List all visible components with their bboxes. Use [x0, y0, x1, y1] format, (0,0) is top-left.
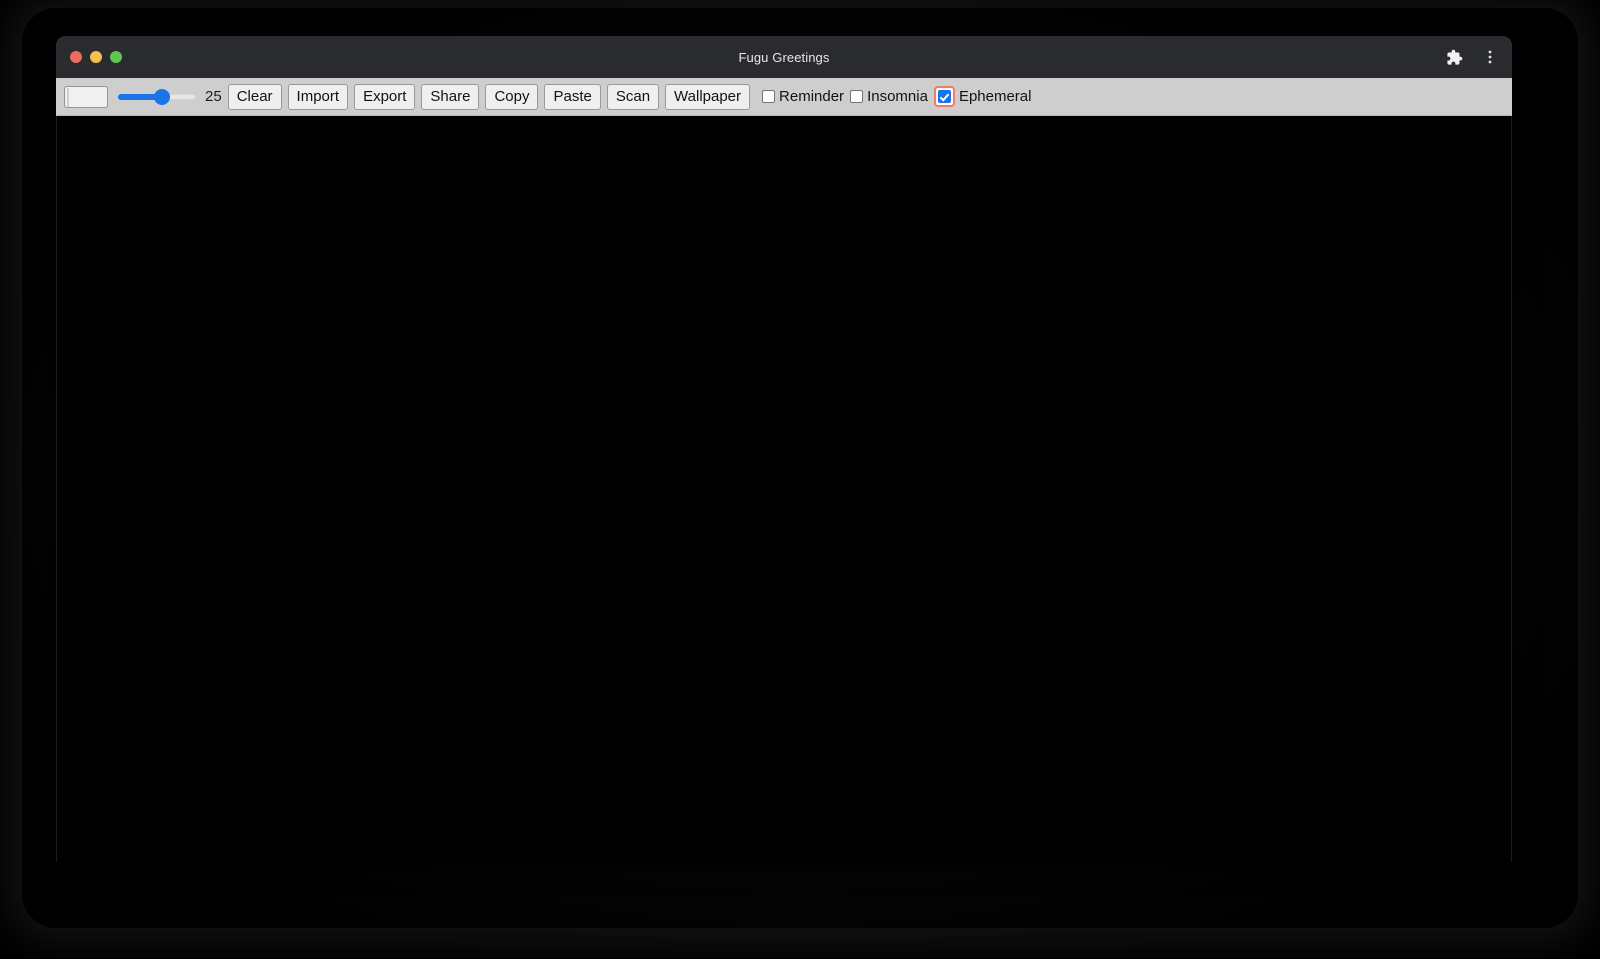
- ephemeral-checkbox-wrap: Ephemeral: [933, 86, 1038, 107]
- insomnia-checkbox-label: Insomnia: [867, 88, 928, 105]
- reminder-checkbox-label: Reminder: [779, 88, 845, 105]
- drawing-canvas[interactable]: [56, 116, 1512, 863]
- reminder-checkbox[interactable]: [762, 90, 776, 103]
- insomnia-checkbox-wrap: Insomnia: [850, 88, 934, 105]
- pen-size-slider[interactable]: [118, 87, 196, 107]
- slider-value-label: 25: [205, 88, 222, 105]
- share-button[interactable]: Share: [421, 83, 480, 110]
- minimize-window-button[interactable]: [90, 51, 102, 63]
- insomnia-checkbox[interactable]: [850, 90, 864, 103]
- titlebar-actions: [1444, 36, 1500, 78]
- slider-thumb[interactable]: [154, 88, 170, 105]
- browser-window: Fugu Greetings 25 Clear Import Export Sh…: [56, 36, 1512, 863]
- clear-button[interactable]: Clear: [227, 83, 282, 110]
- export-button[interactable]: Export: [354, 83, 416, 110]
- reminder-checkbox-wrap: Reminder: [762, 88, 850, 105]
- color-swatch-preview: [67, 87, 69, 107]
- title-bar: Fugu Greetings: [56, 36, 1512, 78]
- chrome-menu-icon[interactable]: [1480, 47, 1500, 67]
- scan-button[interactable]: Scan: [606, 83, 660, 110]
- wallpaper-button[interactable]: Wallpaper: [665, 83, 751, 110]
- copy-button[interactable]: Copy: [485, 83, 539, 110]
- close-window-button[interactable]: [70, 51, 82, 63]
- paste-button[interactable]: Paste: [544, 83, 601, 110]
- ephemeral-checkbox-label: Ephemeral: [958, 88, 1032, 105]
- ephemeral-checkbox[interactable]: [937, 90, 951, 103]
- maximize-window-button[interactable]: [110, 51, 122, 63]
- window-title: Fugu Greetings: [738, 49, 830, 65]
- app-toolbar: 25 Clear Import Export Share Copy Paste …: [56, 78, 1512, 116]
- color-picker-input[interactable]: [64, 85, 108, 108]
- extensions-icon[interactable]: [1444, 47, 1464, 67]
- window-controls: [56, 51, 122, 63]
- ephemeral-checkbox-focus-ring: [933, 86, 955, 107]
- toolbar-checkboxes: Reminder Insomnia Ephemeral: [762, 86, 1037, 107]
- import-button[interactable]: Import: [287, 83, 349, 110]
